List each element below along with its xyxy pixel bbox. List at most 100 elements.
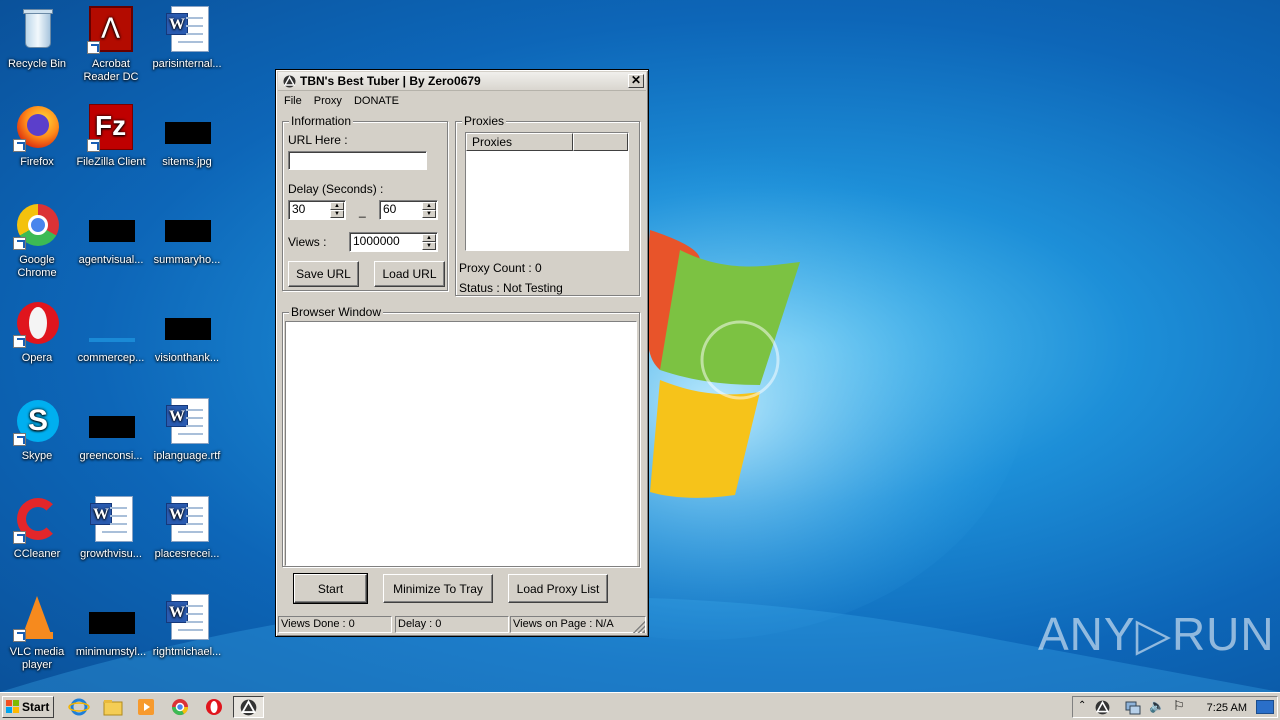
proxies-group-title: Proxies [462, 114, 507, 128]
desktop-icon-minimumstyl[interactable]: minimumstyl... [74, 594, 148, 659]
delay-max-spin[interactable]: ▲ ▼ [422, 202, 436, 218]
file-explorer-icon[interactable] [102, 697, 124, 717]
menu-proxy[interactable]: Proxy [314, 95, 342, 107]
word-document-icon: W [163, 594, 211, 642]
load-url-button[interactable]: Load URL [374, 261, 445, 287]
taskbar-clock[interactable]: 7:25 AM [1207, 697, 1247, 719]
opera-taskbar-icon[interactable] [203, 697, 225, 717]
desktop-icon-visionthank[interactable]: visionthank... [150, 300, 224, 365]
internet-explorer-icon[interactable] [68, 697, 90, 717]
anyrun-watermark: ANY▷RUN [1038, 608, 1275, 660]
file-icon [163, 202, 211, 250]
menu-file[interactable]: File [284, 95, 302, 107]
save-url-button[interactable]: Save URL [288, 261, 359, 287]
recycle-bin-icon [13, 6, 61, 54]
app-icon [283, 75, 296, 88]
icon-label: sitems.jpg [162, 156, 212, 168]
url-label: URL Here : [288, 133, 348, 147]
information-group: Information URL Here : Delay (Seconds) :… [282, 114, 448, 291]
desktop-icon-recycle-bin[interactable]: Recycle Bin [0, 6, 74, 71]
tbn-best-tuber-taskbar-button[interactable] [233, 696, 264, 718]
spin-down-icon[interactable]: ▼ [422, 242, 436, 250]
start-button[interactable]: Start [293, 573, 368, 604]
spin-down-icon[interactable]: ▼ [330, 210, 344, 218]
desktop-icon-filezilla[interactable]: Fz FileZilla Client [74, 104, 148, 169]
close-button[interactable]: ✕ [628, 74, 644, 88]
window-titlebar[interactable]: TBN's Best Tuber | By Zero0679 ✕ [278, 72, 646, 91]
desktop-icon-rightmichael[interactable]: W rightmichael... [150, 594, 224, 659]
desktop-icon-agentvisual[interactable]: agentvisual... [74, 202, 148, 267]
views-spin[interactable]: ▲ ▼ [422, 234, 436, 250]
delay-max-stepper[interactable]: 60 ▲ ▼ [379, 200, 438, 220]
delay-label: Delay (Seconds) : [288, 182, 384, 196]
icon-label: iplanguage.rtf [153, 450, 221, 462]
desktop-icon-chrome[interactable]: Google Chrome [0, 202, 74, 280]
file-icon [87, 594, 135, 642]
desktop-icon-opera[interactable]: Opera [0, 300, 74, 365]
volume-icon[interactable]: 🔈 [1149, 698, 1165, 714]
delay-min-spin[interactable]: ▲ ▼ [330, 202, 344, 218]
desktop-icon-placesrecei[interactable]: W placesrecei... [150, 496, 224, 561]
ccleaner-icon [13, 496, 61, 544]
delay-min-stepper[interactable]: 30 ▲ ▼ [288, 200, 346, 220]
spin-up-icon[interactable]: ▲ [422, 202, 436, 210]
desktop-icon-parisinternal[interactable]: W parisinternal... [150, 6, 224, 71]
proxies-column-header[interactable]: Proxies [466, 133, 573, 151]
resize-grip-icon[interactable] [633, 621, 645, 633]
file-icon [87, 398, 135, 446]
icon-label: rightmichael... [152, 646, 222, 658]
icon-label: Opera [21, 352, 53, 364]
desktop-icon-growthvisu[interactable]: W growthvisu... [74, 496, 148, 561]
desktop-icon-sitems[interactable]: sitems.jpg [150, 104, 224, 169]
window-title: TBN's Best Tuber | By Zero0679 [300, 74, 481, 88]
icon-label: Skype [21, 450, 53, 462]
menu-donate[interactable]: DONATE [354, 95, 399, 107]
firefox-icon [13, 104, 61, 152]
file-icon [163, 300, 211, 348]
views-on-page-status: Views on Page : N/A [510, 616, 646, 633]
tray-app-icon[interactable] [1095, 700, 1110, 715]
word-document-icon: W [163, 496, 211, 544]
show-hidden-icons-icon[interactable]: ⌃ [1078, 700, 1086, 711]
media-player-icon[interactable] [135, 697, 157, 717]
desktop-icon-commercep[interactable]: commercep... [74, 300, 148, 365]
start-menu-button[interactable]: Start [2, 696, 54, 718]
start-label: Start [22, 700, 50, 714]
browser-group: Browser Window [282, 305, 640, 567]
desktop-icon-iplanguage[interactable]: W iplanguage.rtf [150, 398, 224, 463]
desktop-icon-vlc[interactable]: VLC media player [0, 594, 74, 672]
file-icon [87, 202, 135, 250]
proxies-column-header-2[interactable] [573, 133, 628, 151]
desktop-icon-ccleaner[interactable]: CCleaner [0, 496, 74, 561]
delay-max-value: 60 [383, 202, 397, 216]
proxies-list[interactable]: Proxies [465, 132, 629, 251]
spin-up-icon[interactable]: ▲ [422, 234, 436, 242]
browser-view[interactable] [285, 321, 637, 566]
icon-label: commercep... [77, 352, 145, 364]
desktop-icon-firefox[interactable]: Firefox [0, 104, 74, 169]
desktop-icon-summaryho[interactable]: summaryho... [150, 202, 224, 267]
network-icon[interactable] [1125, 700, 1141, 715]
spin-up-icon[interactable]: ▲ [330, 202, 344, 210]
minimize-to-tray-button[interactable]: Minimize To Tray [383, 574, 493, 603]
url-input[interactable] [288, 151, 427, 170]
icon-label: Recycle Bin [7, 58, 67, 70]
icon-label: Google Chrome [17, 254, 57, 279]
desktop-icon-acrobat[interactable]: ᐱ Acrobat Reader DC [74, 6, 148, 84]
views-stepper[interactable]: 1000000 ▲ ▼ [349, 232, 438, 252]
desktop-icon-greenconsi[interactable]: greenconsi... [74, 398, 148, 463]
load-proxy-list-button[interactable]: Load Proxy List [508, 574, 608, 603]
spin-down-icon[interactable]: ▼ [422, 210, 436, 218]
show-desktop-icon[interactable] [1256, 700, 1274, 714]
filezilla-icon: Fz [87, 104, 135, 152]
tbn-app-icon [240, 699, 257, 716]
chrome-taskbar-icon[interactable] [169, 697, 191, 717]
views-value: 1000000 [353, 234, 400, 248]
action-center-flag-icon[interactable]: ⚐ [1173, 698, 1185, 714]
icon-label: VLC media player [9, 646, 65, 671]
proxies-group: Proxies Proxies Proxy Count : 0 Status :… [455, 114, 640, 296]
icon-label: greenconsi... [79, 450, 143, 462]
app-window: TBN's Best Tuber | By Zero0679 ✕ File Pr… [275, 69, 649, 637]
proxy-count: Proxy Count : 0 [459, 261, 542, 275]
desktop-icon-skype[interactable]: S Skype [0, 398, 74, 463]
